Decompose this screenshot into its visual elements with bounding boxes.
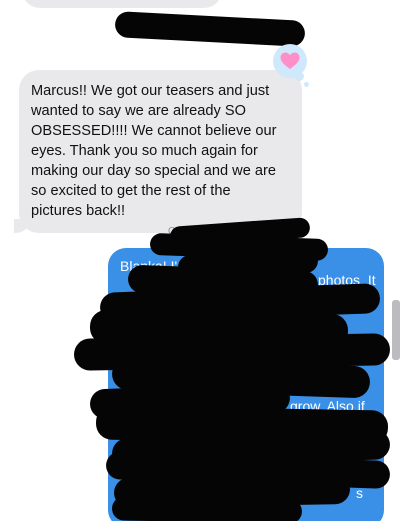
redaction-scribble [111, 496, 303, 521]
message-line: so excited to get the rest of the [31, 183, 231, 199]
tapback-tail [304, 82, 309, 87]
message-line: OBSESSED!!!! We cannot believe our [31, 123, 277, 139]
heart-icon [280, 52, 300, 69]
incoming-message-bubble[interactable]: Marcus!! We got our teasers and just wan… [14, 70, 302, 233]
message-line: making our day so special and we are [31, 163, 276, 179]
message-line: pictures back!! [31, 203, 126, 219]
message-line: wanted to say we are already SO [31, 103, 246, 119]
previous-message-bubble[interactable] [22, 0, 222, 8]
redaction-scribble [114, 11, 306, 47]
messages-conversation: Marcus!! We got our teasers and just wan… [0, 0, 400, 521]
tapback-tail [295, 72, 304, 81]
message-line: Marcus!! We got our teasers and just [31, 83, 270, 99]
edge-indicator [392, 300, 400, 360]
message-line: eyes. Thank you so much again for [31, 143, 258, 159]
